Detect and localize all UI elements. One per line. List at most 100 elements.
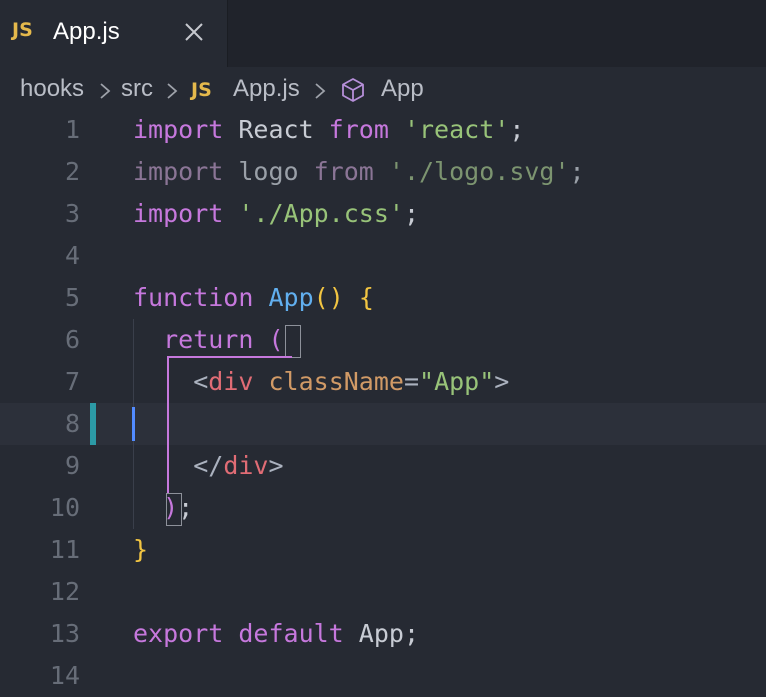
- bracket-match-close: [166, 493, 182, 526]
- code-line[interactable]: 5 function App() {: [0, 277, 766, 319]
- code-line[interactable]: 8: [0, 403, 766, 445]
- code-text: return (: [133, 319, 284, 361]
- code-text: function App() {: [133, 277, 374, 319]
- chevron-right-icon: [313, 80, 327, 108]
- code-token: =: [403, 367, 420, 396]
- code-line[interactable]: 2 import logo from './logo.svg';: [0, 151, 766, 193]
- code-token: logo: [223, 157, 314, 186]
- code-line[interactable]: 4: [0, 235, 766, 277]
- code-line[interactable]: 3 import './App.css';: [0, 193, 766, 235]
- tab-bar: JS App.js: [0, 0, 766, 67]
- code-token: (): [313, 283, 344, 312]
- line-number: 12: [49, 577, 80, 606]
- code-token: <: [133, 367, 209, 396]
- code-token: }: [133, 535, 149, 564]
- code-token: App: [268, 283, 314, 312]
- code-line[interactable]: 1 import React from 'react';: [0, 109, 766, 151]
- code-token: </: [133, 451, 224, 480]
- code-text: import './App.css';: [133, 193, 419, 235]
- line-number: 8: [64, 409, 80, 438]
- line-number: 10: [49, 493, 80, 522]
- breadcrumb-item-src[interactable]: src: [121, 75, 153, 103]
- chevron-right-icon: [165, 80, 179, 108]
- code-token: className: [268, 367, 404, 396]
- code-token: div: [208, 367, 254, 396]
- code-token: >: [268, 451, 284, 480]
- line-number: 5: [64, 283, 80, 312]
- code-token: ;: [403, 199, 420, 228]
- code-token: './logo.svg': [388, 157, 570, 186]
- bracket-pair-guide: [167, 356, 292, 358]
- line-number: 13: [49, 619, 80, 648]
- close-icon[interactable]: [182, 20, 206, 44]
- code-token: (: [268, 325, 284, 354]
- line-number: 14: [49, 661, 80, 690]
- line-number: 7: [64, 367, 80, 396]
- line-number: 4: [64, 241, 80, 270]
- git-change-marker: [90, 403, 96, 445]
- code-token: import: [133, 115, 224, 144]
- code-token: App;: [343, 619, 419, 648]
- symbol-cube-icon: [339, 76, 367, 111]
- code-editor[interactable]: 14 13 export default App; 12 11} 10 ); 9 </div…: [0, 109, 766, 690]
- bracket-match-open: [285, 325, 301, 358]
- tab-title: App.js: [53, 18, 120, 45]
- code-token: export: [133, 619, 224, 648]
- code-token: 'react': [403, 115, 510, 144]
- code-line[interactable]: 11}: [0, 529, 766, 571]
- code-line[interactable]: 14: [0, 655, 766, 697]
- code-text: </div>: [133, 445, 284, 487]
- code-token: "App": [419, 367, 495, 396]
- tab-app-js[interactable]: JS App.js: [0, 0, 228, 67]
- js-file-icon: JS: [12, 19, 33, 41]
- line-number: 9: [64, 451, 80, 480]
- breadcrumb-item-hooks[interactable]: hooks: [20, 75, 84, 103]
- code-token: div: [223, 451, 269, 480]
- code-text: <div className="App">: [133, 361, 509, 403]
- code-token: import: [133, 157, 224, 186]
- text-cursor: [132, 407, 135, 441]
- code-token: default: [238, 619, 344, 648]
- code-token: from: [313, 157, 374, 186]
- js-file-icon: JS: [191, 79, 212, 101]
- code-line[interactable]: 13 export default App;: [0, 613, 766, 655]
- code-token: function: [133, 283, 254, 312]
- code-token: React: [223, 115, 329, 144]
- breadcrumb-item-symbol[interactable]: App: [381, 75, 424, 103]
- bracket-pair-guide: [167, 356, 169, 493]
- code-line[interactable]: 10 );: [0, 487, 766, 529]
- code-text: import React from 'react';: [133, 109, 524, 151]
- code-token: return: [133, 325, 269, 354]
- line-number: 1: [64, 115, 80, 144]
- code-text: }: [133, 529, 148, 571]
- line-number: 2: [64, 157, 80, 186]
- code-token: ;: [569, 157, 585, 186]
- code-token: ;: [509, 115, 525, 144]
- code-text: import logo from './logo.svg';: [133, 151, 585, 193]
- code-line[interactable]: 7 <div className="App">: [0, 361, 766, 403]
- line-number: 3: [64, 199, 80, 228]
- code-token: from: [328, 115, 389, 144]
- chevron-right-icon: [98, 80, 112, 108]
- code-token: >: [494, 367, 510, 396]
- code-line[interactable]: 6 return (: [0, 319, 766, 361]
- code-text: );: [133, 487, 193, 529]
- code-line[interactable]: 12: [0, 571, 766, 613]
- code-token: './App.css': [238, 199, 404, 228]
- breadcrumb: hooks src JS App.js App: [0, 67, 766, 111]
- code-token: {: [358, 283, 374, 312]
- code-token: import: [133, 199, 224, 228]
- line-number: 11: [49, 535, 80, 564]
- breadcrumb-item-file[interactable]: App.js: [233, 75, 300, 103]
- code-line[interactable]: 9 </div>: [0, 445, 766, 487]
- code-text: export default App;: [133, 613, 419, 655]
- line-number: 6: [64, 325, 80, 354]
